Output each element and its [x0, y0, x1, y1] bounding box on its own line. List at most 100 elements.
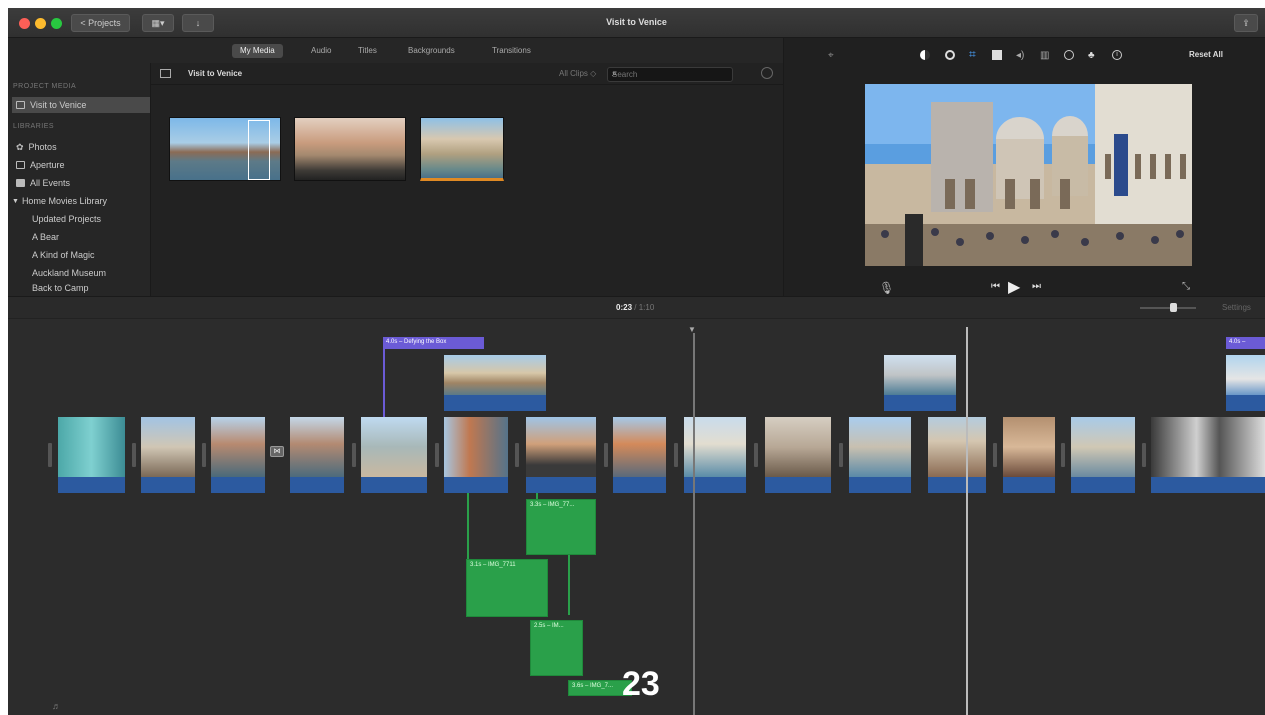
transition-marker[interactable]	[839, 443, 843, 467]
play-icon[interactable]: ▶	[1008, 277, 1020, 297]
storyline-clip[interactable]	[849, 417, 911, 493]
storyline-clip[interactable]	[361, 417, 427, 493]
timecode-total: / 1:10	[634, 303, 655, 312]
transition-marker[interactable]	[604, 443, 608, 467]
zoom-slider-knob[interactable]	[1170, 303, 1177, 312]
microphone-icon[interactable]: 🎙︎	[879, 281, 894, 295]
settings-gear-icon[interactable]	[761, 67, 773, 79]
speed-icon[interactable]	[1064, 50, 1074, 60]
share-button[interactable]: ⇪	[1234, 14, 1258, 32]
selection-frame	[248, 120, 270, 180]
fullscreen-icon[interactable]: ⤡	[1182, 281, 1190, 292]
info-icon[interactable]: i	[1112, 50, 1122, 60]
title-clip[interactable]: 4.0s –	[1226, 337, 1265, 349]
transition-marker[interactable]	[754, 443, 758, 467]
clip-filter-icon[interactable]: ♣	[1088, 50, 1098, 61]
noise-reduction-icon[interactable]: ▥	[1040, 50, 1050, 61]
sidebar-item-label: Aperture	[30, 160, 65, 170]
media-thumbnail[interactable]	[294, 117, 406, 181]
tab-transitions[interactable]: Transitions	[484, 44, 539, 58]
skip-forward-icon[interactable]: ⏭︎	[1032, 281, 1041, 292]
transition-marker[interactable]	[48, 443, 52, 467]
storyline-clip[interactable]	[613, 417, 666, 493]
skip-back-icon[interactable]: ⏮︎	[991, 281, 1000, 292]
media-thumbnail[interactable]	[169, 117, 281, 181]
search-input[interactable]	[607, 67, 733, 82]
sidebar-item-event[interactable]: A Bear	[28, 229, 166, 245]
browser-tabs: My Media Audio Titles Backgrounds Transi…	[8, 38, 783, 63]
sidebar-item-event[interactable]: A Kind of Magic	[28, 247, 166, 263]
tab-my-media[interactable]: My Media	[232, 44, 283, 58]
sidebar-toggle-icon[interactable]	[160, 69, 171, 78]
magic-wand-icon[interactable]: ⌖	[828, 50, 838, 61]
storyline-clip[interactable]	[526, 417, 596, 493]
stabilization-icon[interactable]	[992, 50, 1002, 60]
sidebar-item-home-movies-library[interactable]: ▼ Home Movies Library	[8, 193, 146, 209]
reset-all-button[interactable]: Reset All	[1189, 50, 1223, 59]
sidebar-item-event[interactable]: Back to Camp	[28, 282, 166, 294]
transition-icon[interactable]: ⋈	[270, 446, 284, 457]
overlay-clip[interactable]	[444, 355, 546, 411]
tab-backgrounds[interactable]: Backgrounds	[400, 44, 463, 58]
timecode: 0:23 / 1:10	[616, 303, 654, 312]
sidebar-item-label: All Events	[30, 178, 71, 188]
cutaway-connector	[568, 555, 570, 615]
library-sidebar: PROJECT MEDIA Visit to Venice LIBRARIES …	[8, 63, 151, 296]
color-correction-icon[interactable]	[945, 50, 955, 60]
cutaway-clip[interactable]: 3.1s – IMG_7711	[466, 559, 548, 617]
sidebar-item-visit-to-venice[interactable]: Visit to Venice	[12, 97, 150, 113]
clip-filter-dropdown[interactable]: All Clips ◇	[559, 69, 596, 78]
audio-meter-icon[interactable]: ♬	[52, 701, 61, 711]
playhead[interactable]	[693, 333, 695, 715]
transition-marker[interactable]	[1061, 443, 1065, 467]
sidebar-item-aperture[interactable]: Aperture	[12, 157, 150, 173]
title-bar: < Projects ▦▾ ↓ Visit to Venice ⇪	[8, 8, 1265, 38]
overlay-clip[interactable]	[884, 355, 956, 411]
transition-marker[interactable]	[674, 443, 678, 467]
window-title: Visit to Venice	[606, 17, 667, 27]
color-balance-icon[interactable]	[920, 50, 930, 60]
storyline-clip[interactable]	[1071, 417, 1135, 493]
transition-marker[interactable]	[352, 443, 356, 467]
tab-audio[interactable]: Audio	[303, 44, 339, 58]
sidebar-item-event[interactable]: Auckland Museum	[28, 265, 166, 281]
transition-marker[interactable]	[202, 443, 206, 467]
browser-header: Visit to Venice All Clips ◇ ⌕	[151, 63, 783, 85]
transition-marker[interactable]	[132, 443, 136, 467]
crop-icon[interactable]: ⌗	[969, 47, 979, 61]
media-thumbnail[interactable]	[420, 117, 504, 181]
volume-icon[interactable]: ◂)	[1016, 50, 1026, 61]
transition-marker[interactable]	[435, 443, 439, 467]
sidebar-item-photos[interactable]: ✿ Photos	[12, 139, 150, 155]
storyline-clip[interactable]	[58, 417, 125, 493]
cutaway-clip-label: 3.1s – IMG_7711	[470, 562, 516, 568]
timeline-settings-button[interactable]: Settings	[1222, 303, 1251, 312]
transition-marker[interactable]	[1142, 443, 1146, 467]
sidebar-item-label: Visit to Venice	[30, 100, 87, 110]
cutaway-clip-label: 2.5s – IM...	[534, 623, 564, 629]
storyline-clip[interactable]	[765, 417, 831, 493]
transition-marker[interactable]	[515, 443, 519, 467]
storyline-clip[interactable]	[928, 417, 986, 493]
storyline-clip[interactable]	[1151, 417, 1265, 493]
film-icon	[16, 101, 25, 109]
cutaway-clip[interactable]: 2.5s – IM...	[530, 620, 583, 676]
storyline-clip[interactable]	[141, 417, 195, 493]
storyline-clip[interactable]	[444, 417, 508, 493]
zoom-slider[interactable]	[1140, 303, 1196, 312]
share-icon: ⇪	[1242, 17, 1250, 28]
sidebar-item-all-events[interactable]: All Events	[12, 175, 150, 191]
storyline-clip[interactable]	[1003, 417, 1055, 493]
storyline-clip[interactable]	[290, 417, 344, 493]
timeline: 0:23 / 1:10 Settings 4.0s – Defying the …	[8, 296, 1265, 715]
libraries-header: LIBRARIES	[13, 123, 55, 130]
cutaway-clip[interactable]: 3.3s – IMG_77...	[526, 499, 596, 555]
search-icon: ⌕	[612, 68, 618, 78]
sidebar-item-event[interactable]: Updated Projects	[28, 211, 166, 227]
title-clip[interactable]: 4.0s – Defying the Box	[383, 337, 484, 349]
transition-marker[interactable]	[993, 443, 997, 467]
timeline-header: 0:23 / 1:10 Settings	[8, 297, 1265, 319]
storyline-clip[interactable]	[211, 417, 265, 493]
overlay-clip[interactable]	[1226, 355, 1265, 411]
tab-titles[interactable]: Titles	[350, 44, 385, 58]
